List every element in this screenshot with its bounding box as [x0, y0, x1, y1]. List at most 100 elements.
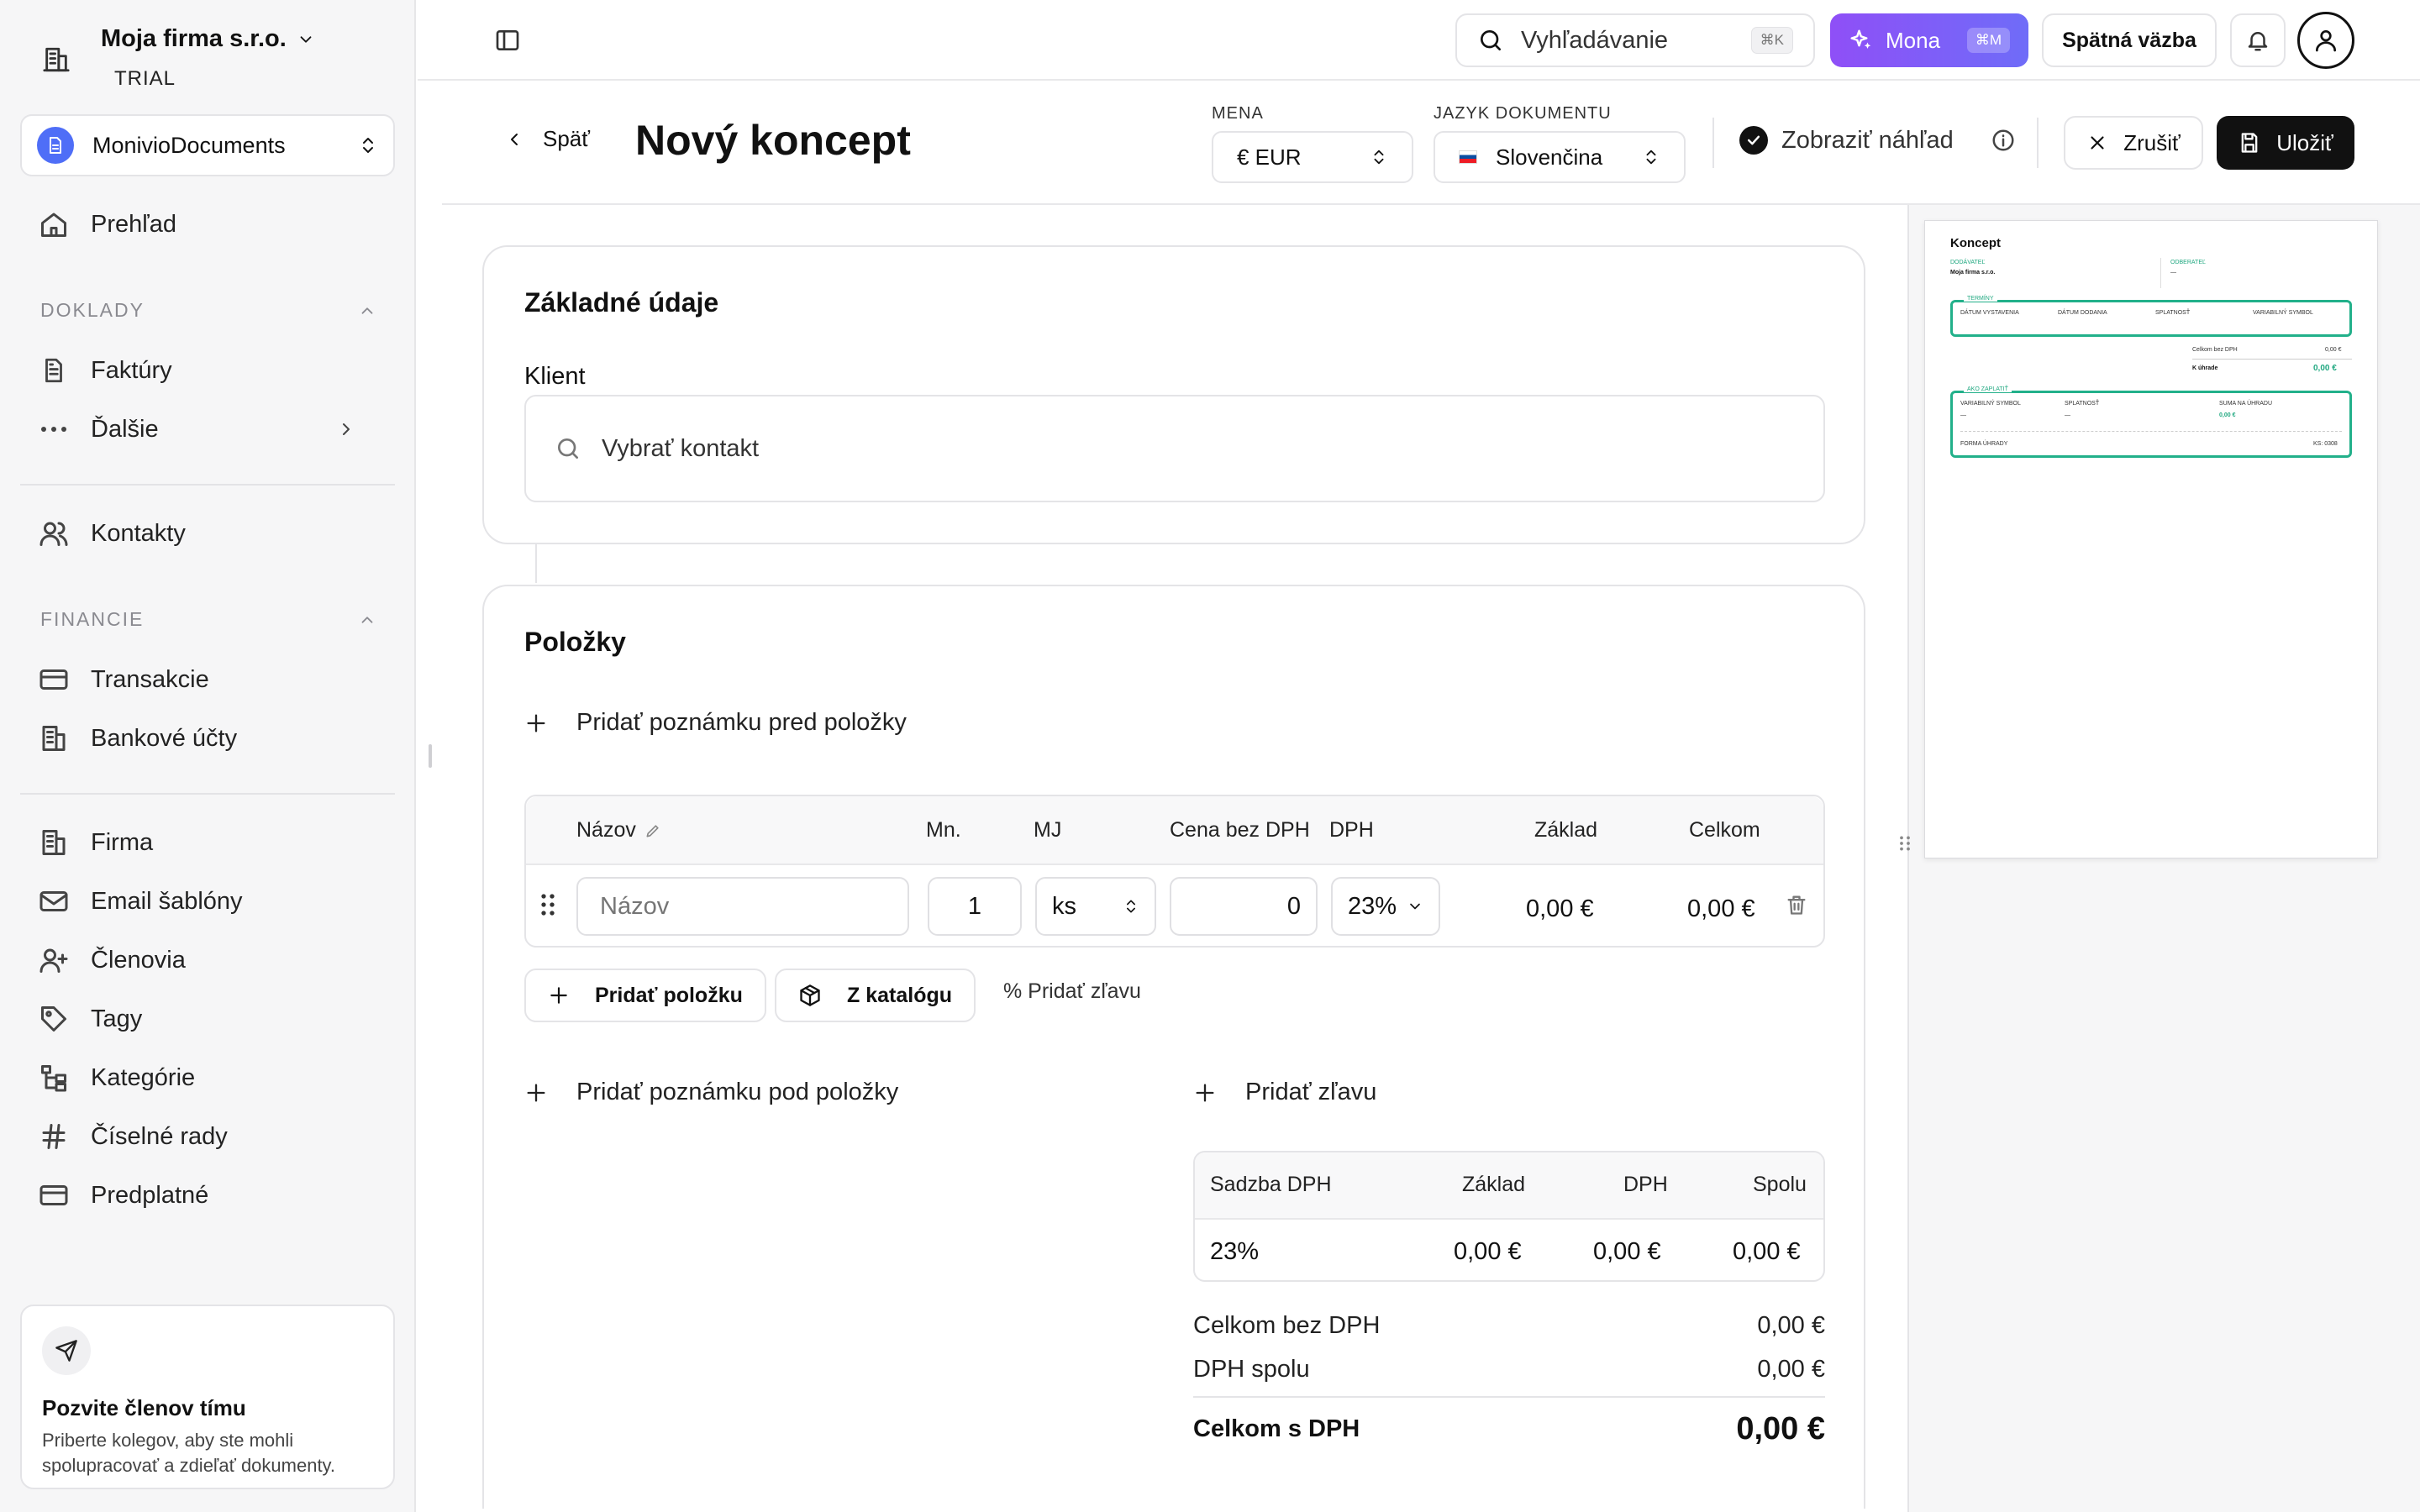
- header-separator: [1712, 118, 1714, 168]
- preview-terms-label: TERMÍNY: [1964, 296, 1997, 302]
- preview-to-pay-label: K úhrade: [2192, 365, 2218, 371]
- sidebar-item-label: Prehľad: [91, 210, 176, 238]
- sidebar-resize-handle[interactable]: [429, 744, 432, 768]
- items-table: Názov Mn. MJ Cena bez DPH DPH Základ Cel…: [524, 795, 1825, 948]
- item-unit-value: ks: [1052, 892, 1076, 920]
- item-unit-select[interactable]: ks: [1035, 877, 1156, 936]
- users-icon: [37, 517, 71, 550]
- currency-label: MENA: [1212, 104, 1264, 123]
- sidebar-item-contacts[interactable]: Kontakty: [37, 512, 381, 554]
- company-switcher[interactable]: Moja firma s.r.o. TRIAL: [34, 22, 387, 90]
- column-name[interactable]: Názov: [576, 818, 661, 843]
- total-without-vat-row: Celkom bez DPH 0,00 €: [1193, 1312, 1825, 1340]
- preview-supplier-label: DODÁVATEĽ: [1950, 260, 1986, 265]
- vat-total-label: DPH spolu: [1193, 1356, 1310, 1383]
- pencil-icon: [646, 824, 659, 837]
- document-preview[interactable]: Koncept DODÁVATEĽ Moja firma s.r.o. ODBE…: [1924, 220, 2378, 858]
- notifications-button[interactable]: [2230, 13, 2286, 67]
- item-vat-select[interactable]: 23%: [1331, 877, 1440, 936]
- trash-icon[interactable]: [1785, 892, 1808, 917]
- file-text-icon: [37, 354, 71, 387]
- add-item-button[interactable]: Pridať položku: [524, 969, 766, 1022]
- total-with-vat-value: 0,00 €: [1736, 1411, 1825, 1446]
- sidebar-item-label: Kategórie: [91, 1063, 196, 1091]
- section-documents[interactable]: DOKLADY: [40, 299, 376, 322]
- feedback-button[interactable]: Spätná väzba: [2042, 13, 2217, 67]
- search-placeholder: Vyhľadávanie: [1521, 26, 1669, 54]
- search-icon: [558, 438, 578, 459]
- sidebar-item-categories[interactable]: Kategórie: [37, 1057, 381, 1099]
- cancel-label: Zrušiť: [2123, 129, 2181, 155]
- mona-ai-button[interactable]: Mona ⌘M: [1830, 13, 2028, 67]
- currency-select[interactable]: € EUR: [1212, 131, 1413, 183]
- language-select[interactable]: Slovenčina: [1434, 131, 1686, 183]
- add-note-after-button[interactable]: Pridať poznámku pod položky: [524, 1079, 898, 1106]
- save-button[interactable]: Uložiť: [2217, 116, 2354, 170]
- cancel-button[interactable]: Zrušiť: [2064, 116, 2203, 170]
- search-shortcut: ⌘K: [1750, 27, 1793, 54]
- sidebar-item-number-series[interactable]: Číselné rady: [37, 1116, 381, 1158]
- sidebar-item-subscription[interactable]: Predplatné: [37, 1174, 381, 1216]
- total-with-vat-row: Celkom s DPH 0,00 €: [1193, 1411, 1825, 1447]
- user-avatar[interactable]: [2297, 12, 2354, 69]
- sidebar-item-email-templates[interactable]: Email šablóny: [37, 880, 381, 922]
- sidebar-item-label: Členovia: [91, 946, 186, 974]
- add-discount-link[interactable]: % Pridať zľavu: [1003, 979, 1141, 1004]
- preview-pay-variable-symbol: VARIABILNÝ SYMBOL: [1960, 401, 2021, 407]
- close-icon: [2091, 136, 2104, 150]
- sidebar-item-label: Faktúry: [91, 356, 172, 384]
- preview-resize-icon[interactable]: [1898, 833, 1912, 853]
- back-button[interactable]: Späť: [504, 126, 590, 152]
- workspace-selector[interactable]: MonivioDocuments: [20, 114, 395, 176]
- header-separator: [2037, 118, 2039, 168]
- column-vat: DPH: [1329, 818, 1374, 842]
- preview-terms-box: [1950, 300, 2352, 337]
- from-catalog-button[interactable]: Z katalógu: [775, 969, 976, 1022]
- preview-how-to-pay: AKO ZAPLATIŤ: [1964, 386, 2012, 392]
- preview-payment-form: FORMA ÚHRADY: [1960, 441, 2008, 447]
- company-name: Moja firma s.r.o.: [101, 25, 315, 53]
- back-label: Späť: [543, 126, 591, 151]
- add-note-before-button[interactable]: Pridať poznámku pred položky: [524, 709, 907, 737]
- building-icon: [42, 45, 71, 74]
- vat-amount: 0,00 €: [1593, 1238, 1661, 1265]
- sidebar-item-transactions[interactable]: Transakcie: [37, 659, 381, 701]
- drag-handle-icon[interactable]: [539, 892, 556, 917]
- sidebar-toggle-icon[interactable]: [494, 27, 521, 54]
- client-label: Klient: [524, 363, 586, 390]
- total-without-vat-label: Celkom bez DPH: [1193, 1312, 1381, 1339]
- more-dots-icon: [37, 412, 71, 446]
- section-finance[interactable]: FINANCIE: [40, 608, 376, 631]
- check-circle-icon: [1739, 126, 1768, 155]
- chevron-up-icon: [361, 616, 373, 623]
- add-discount-button[interactable]: Pridať zľavu: [1193, 1079, 1376, 1106]
- vat-base: 0,00 €: [1454, 1238, 1522, 1265]
- preview-toggle[interactable]: Zobraziť náhľad: [1739, 126, 2016, 155]
- preview-amount-label: SUMA NA ÚHRADU: [2219, 401, 2273, 407]
- info-icon[interactable]: [1991, 128, 2016, 153]
- sidebar-item-label: Tagy: [91, 1005, 143, 1032]
- invite-card[interactable]: Pozvite členov tímu Priberte kolegov, ab…: [20, 1305, 395, 1489]
- vat-col-total: Spolu: [1753, 1173, 1807, 1196]
- sidebar-item-bank-accounts[interactable]: Bankové účty: [37, 717, 381, 759]
- invite-title: Pozvite členov tímu: [42, 1395, 246, 1420]
- sidebar-item-invoices[interactable]: Faktúry: [37, 349, 381, 391]
- save-icon: [2241, 133, 2258, 153]
- search-input[interactable]: Vyhľadávanie ⌘K: [1455, 13, 1815, 67]
- sidebar-item-members[interactable]: Členovia: [37, 939, 381, 981]
- sidebar-item-more[interactable]: Ďalšie: [37, 408, 381, 450]
- client-placeholder: Vybrať kontakt: [602, 434, 760, 462]
- sidebar-item-tags[interactable]: Tagy: [37, 998, 381, 1040]
- slovak-flag-icon: [1459, 150, 1477, 164]
- preview-supplier-name: Moja firma s.r.o.: [1950, 270, 1996, 276]
- item-price-input[interactable]: 0: [1170, 877, 1318, 936]
- client-contact-input[interactable]: Vybrať kontakt: [524, 395, 1825, 502]
- item-name-input[interactable]: [576, 877, 909, 936]
- mail-icon: [37, 885, 71, 918]
- preview-to-pay: 0,00 €: [2313, 364, 2337, 373]
- sidebar-item-overview[interactable]: Prehľad: [37, 203, 381, 245]
- sidebar-item-company[interactable]: Firma: [37, 822, 381, 864]
- preview-pay-vs-value: —: [1960, 412, 1966, 418]
- page-title: Nový koncept: [635, 117, 911, 164]
- item-qty-input[interactable]: 1: [928, 877, 1022, 936]
